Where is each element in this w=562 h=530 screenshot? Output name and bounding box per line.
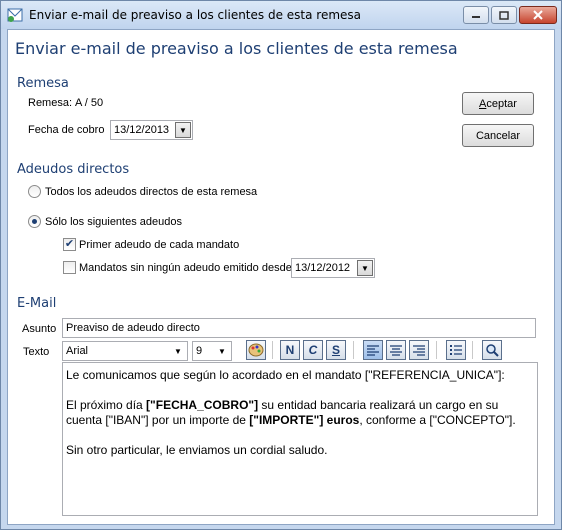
align-left-icon <box>367 345 379 356</box>
texto-label: Texto <box>23 346 50 358</box>
maximize-button[interactable] <box>491 6 517 24</box>
minimize-button[interactable] <box>463 6 489 24</box>
toolbar-separator <box>472 341 473 359</box>
radio-todos-label: Todos los adeudos directos de esta remes… <box>45 186 258 198</box>
dialog-window: Enviar e-mail de preaviso a los clientes… <box>0 0 562 530</box>
page-title: Enviar e-mail de preaviso a los clientes… <box>15 39 458 58</box>
size-value[interactable]: 9 <box>196 345 202 357</box>
accept-button[interactable]: Aceptar <box>462 92 534 115</box>
toolbar-separator <box>436 341 437 359</box>
maximize-icon <box>499 10 509 20</box>
align-left-button[interactable] <box>363 340 383 360</box>
align-right-icon <box>413 345 425 356</box>
chevron-down-icon[interactable]: ▼ <box>170 343 186 359</box>
body-text: , conforme a ["CONCEPTO"]. <box>359 413 516 427</box>
align-right-button[interactable] <box>409 340 429 360</box>
checkbox-mandatos-sin-adeudo[interactable] <box>63 261 76 274</box>
mandatos-fecha-value[interactable]: 13/12/2012 <box>295 262 350 274</box>
body-text: El próximo día <box>66 398 147 412</box>
close-button[interactable] <box>519 6 557 24</box>
title-bar[interactable]: Enviar e-mail de preaviso a los clientes… <box>1 1 561 29</box>
body-field-importe: ["IMPORTE"] euros <box>249 413 360 427</box>
chevron-down-icon[interactable]: ▼ <box>357 260 373 276</box>
checkbox-primer-adeudo[interactable]: ✔ <box>63 238 76 251</box>
email-body-editor[interactable]: Le comunicamos que según lo acordado en … <box>62 362 538 516</box>
window-title: Enviar e-mail de preaviso a los clientes… <box>29 8 362 22</box>
font-value[interactable]: Arial <box>66 345 88 357</box>
search-button[interactable] <box>482 340 502 360</box>
size-select[interactable]: 9 ▼ <box>192 341 232 361</box>
body-line-1: Le comunicamos que según lo acordado en … <box>66 368 505 382</box>
search-icon <box>486 344 499 357</box>
dialog-body: Enviar e-mail de preaviso a los clientes… <box>7 29 555 525</box>
palette-icon <box>248 343 264 357</box>
remesa-value: A / 50 <box>75 97 104 109</box>
accept-label: ceptar <box>486 97 517 110</box>
fecha-cobro-picker[interactable]: 13/12/2013 ▼ <box>110 120 193 140</box>
remesa-label: Remesa: <box>28 97 73 109</box>
asunto-input[interactable]: Preaviso de adeudo directo <box>62 318 536 338</box>
italic-button[interactable]: C <box>303 340 323 360</box>
chevron-down-icon[interactable]: ▼ <box>214 343 230 359</box>
body-line-3: Sin otro particular, le enviamos un cord… <box>66 443 328 457</box>
email-section-title: E-Mail <box>17 296 57 311</box>
font-select[interactable]: Arial ▼ <box>62 341 188 361</box>
radio-solo-label: Sólo los siguientes adeudos <box>45 216 182 228</box>
underline-button[interactable]: S <box>326 340 346 360</box>
asunto-label: Asunto <box>22 323 57 335</box>
bullet-list-button[interactable] <box>446 340 466 360</box>
close-icon <box>533 10 543 20</box>
fecha-cobro-label: Fecha de cobro <box>28 124 105 136</box>
align-center-button[interactable] <box>386 340 406 360</box>
color-palette-button[interactable] <box>246 340 266 360</box>
toolbar-separator <box>353 341 354 359</box>
fecha-cobro-value[interactable]: 13/12/2013 <box>114 124 169 136</box>
bold-button[interactable]: N <box>280 340 300 360</box>
checkbox-primer-label: Primer adeudo de cada mandato <box>79 239 240 251</box>
body-paragraph-2: El próximo día ["FECHA_COBRO"] su entida… <box>66 398 534 428</box>
minimize-icon <box>472 16 480 18</box>
radio-solo-siguientes[interactable] <box>28 215 41 228</box>
toolbar-separator <box>272 341 273 359</box>
bullet-list-icon <box>450 345 462 355</box>
chevron-down-icon[interactable]: ▼ <box>175 122 191 138</box>
remesa-section-title: Remesa <box>17 76 69 91</box>
body-field-fecha: ["FECHA_COBRO"] <box>146 398 259 412</box>
adeudos-section-title: Adeudos directos <box>17 162 130 177</box>
app-icon <box>7 8 23 22</box>
cancel-button[interactable]: Cancelar <box>462 124 534 147</box>
mandatos-fecha-picker[interactable]: 13/12/2012 ▼ <box>291 258 375 278</box>
radio-todos-adeudos[interactable] <box>28 185 41 198</box>
checkbox-mandatos-label: Mandatos sin ningún adeudo emitido desde <box>79 262 292 274</box>
align-center-icon <box>390 345 402 356</box>
